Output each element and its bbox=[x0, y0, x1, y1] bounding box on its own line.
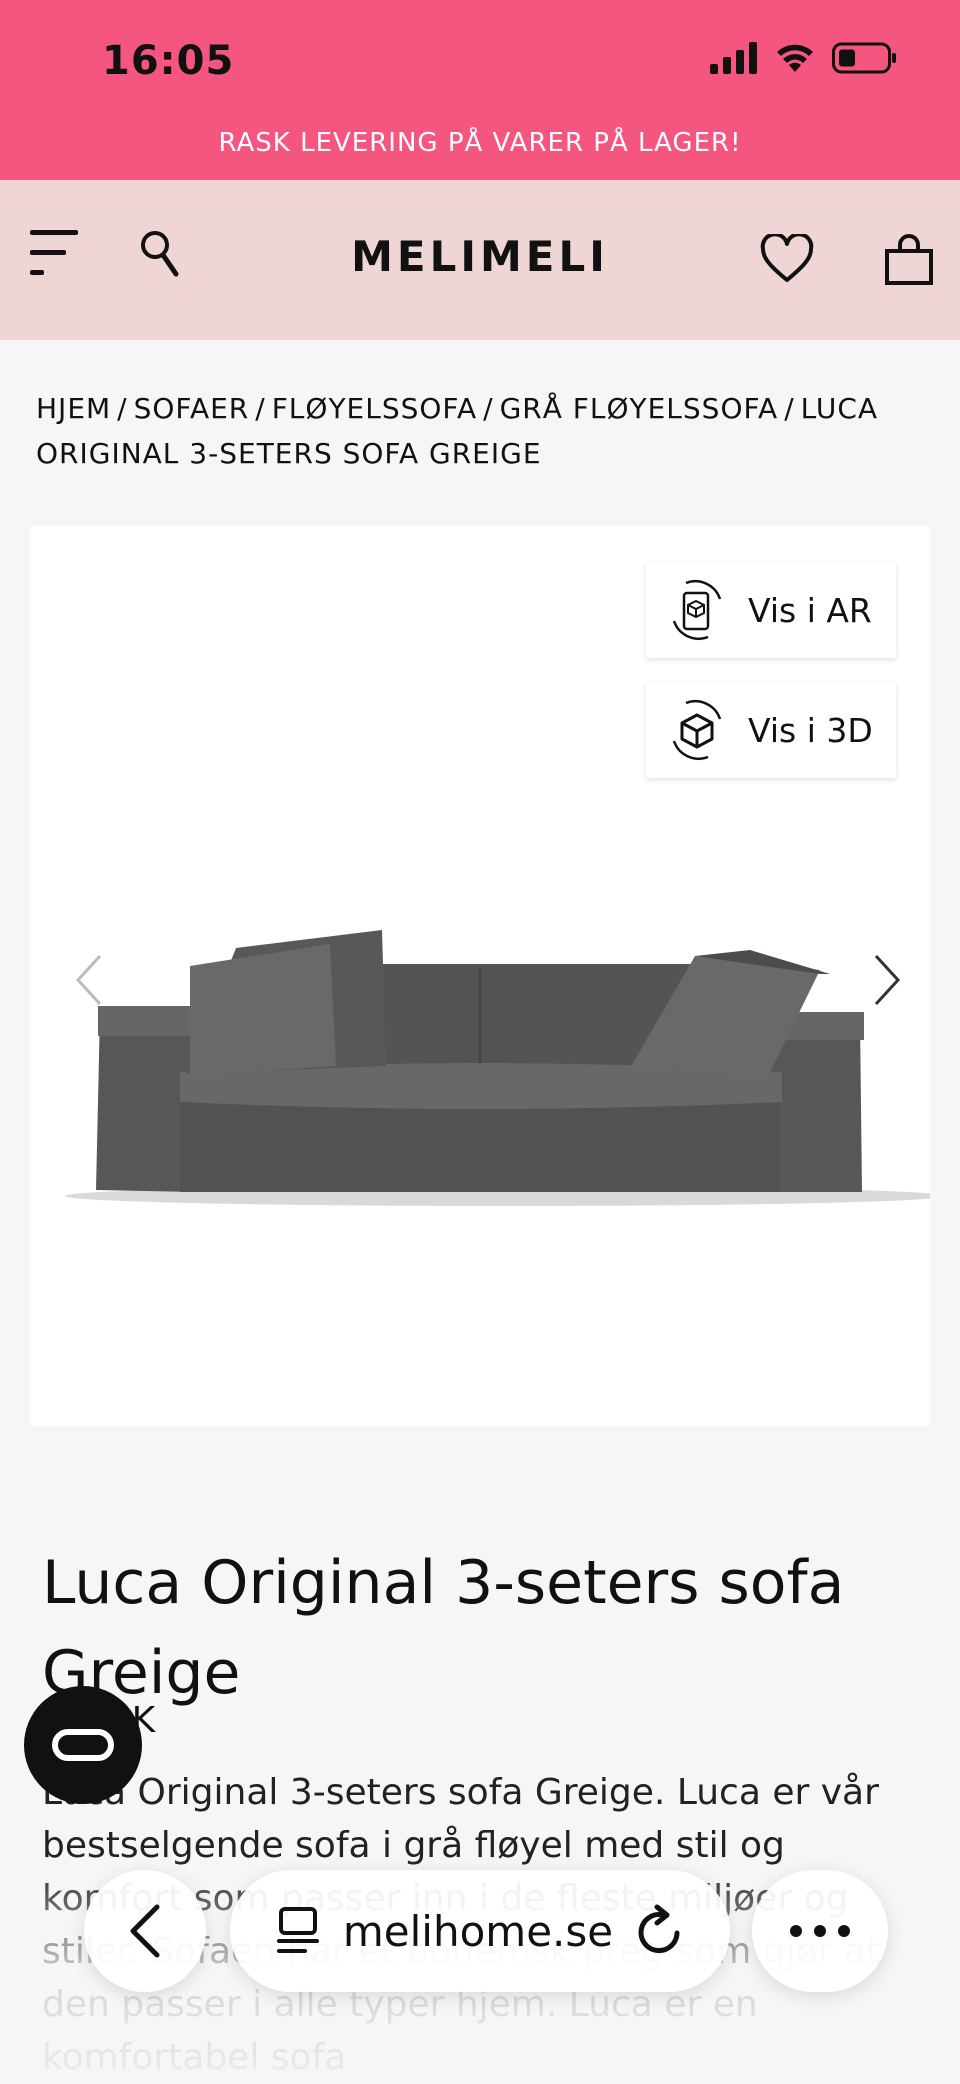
battery-icon bbox=[832, 42, 896, 74]
product-photo-sofa bbox=[65, 930, 930, 1206]
3d-cube-icon bbox=[672, 700, 722, 760]
product-image-gallery[interactable]: Vis i AR Vis i 3D bbox=[30, 526, 930, 1426]
promo-banner-text: RASK LEVERING PÅ VARER PÅ LAGER! bbox=[218, 128, 742, 158]
browser-url[interactable]: melihome.se bbox=[343, 1907, 613, 1956]
breadcrumb-item-velvet-sofa[interactable]: FLØYELSSOFA bbox=[272, 392, 477, 425]
tabs-overview-icon[interactable] bbox=[275, 1905, 321, 1957]
cellular-signal-icon bbox=[710, 42, 757, 74]
browser-back-button[interactable] bbox=[84, 1870, 206, 1992]
cart-button[interactable] bbox=[884, 234, 934, 286]
chat-button[interactable] bbox=[24, 1686, 142, 1804]
breadcrumb-item-sofas[interactable]: SOFAER bbox=[134, 392, 250, 425]
ar-phone-icon bbox=[672, 580, 722, 640]
wifi-icon bbox=[777, 44, 813, 72]
breadcrumb: HJEM / SOFAER / FLØYELSSOFA / GRÅ FLØYELSSOFA /… bbox=[36, 386, 926, 476]
status-indicators bbox=[710, 42, 898, 74]
view-in-3d-button[interactable]: Vis i 3D bbox=[646, 682, 896, 778]
wishlist-button[interactable] bbox=[760, 232, 814, 286]
view-in-3d-label: Vis i 3D bbox=[748, 710, 873, 750]
view-in-ar-label: Vis i AR bbox=[748, 590, 872, 630]
breadcrumb-separator: / bbox=[483, 392, 494, 425]
chat-link-icon bbox=[52, 1729, 114, 1761]
breadcrumb-separator: / bbox=[117, 392, 128, 425]
gallery-prev-arrow-icon[interactable] bbox=[70, 950, 110, 1010]
breadcrumb-separator: / bbox=[784, 392, 795, 425]
reload-icon[interactable] bbox=[635, 1903, 685, 1959]
breadcrumb-item-grey-velvet-sofa[interactable]: GRÅ FLØYELSSOFA bbox=[500, 392, 779, 425]
more-options-icon bbox=[790, 1925, 850, 1937]
shopping-bag-icon bbox=[885, 234, 933, 285]
heart-icon bbox=[760, 234, 814, 282]
view-in-ar-button[interactable]: Vis i AR bbox=[646, 562, 896, 658]
site-logo[interactable]: MELIMELI bbox=[0, 232, 960, 281]
status-time: 16:05 bbox=[102, 38, 235, 84]
product-title: Luca Original 3-seters sofa Greige bbox=[42, 1548, 845, 1709]
back-chevron-icon bbox=[130, 1904, 160, 1958]
browser-more-button[interactable] bbox=[752, 1870, 888, 1992]
breadcrumb-separator: / bbox=[255, 392, 266, 425]
breadcrumb-item-home[interactable]: HJEM bbox=[36, 392, 111, 425]
gallery-next-arrow-icon[interactable] bbox=[866, 950, 906, 1010]
browser-address-bar[interactable]: melihome.se bbox=[230, 1870, 730, 1992]
